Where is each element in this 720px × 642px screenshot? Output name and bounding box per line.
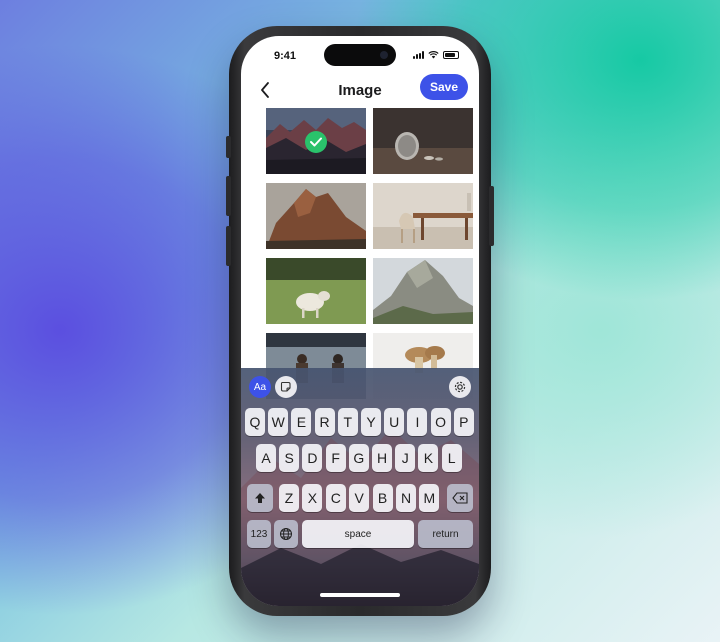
key-q[interactable]: Q xyxy=(245,408,265,436)
rocky-peak-photo[interactable] xyxy=(266,183,366,249)
key-k[interactable]: K xyxy=(418,444,439,472)
action-button xyxy=(226,136,231,158)
dining-chair-photo[interactable] xyxy=(373,183,473,249)
key-r[interactable]: R xyxy=(314,408,335,436)
key-x[interactable]: X xyxy=(302,484,323,512)
battery-icon xyxy=(443,51,459,59)
key-i[interactable]: I xyxy=(407,408,428,436)
key-z[interactable]: Z xyxy=(279,484,299,512)
mountain-range-photo[interactable] xyxy=(266,108,366,174)
phone-frame: 9:41 Image Save Aa Q W E R T Y U I O P A… xyxy=(226,26,494,616)
selected-check-icon xyxy=(305,131,327,153)
return-key[interactable]: return xyxy=(418,520,473,548)
coin-photo[interactable] xyxy=(373,108,473,174)
key-u[interactable]: U xyxy=(384,408,405,436)
keyboard: Aa QWERTYUIOP ASDFGHJKL Z X C V B N M 12… xyxy=(241,368,479,606)
power-button xyxy=(489,186,494,246)
space-key[interactable]: space xyxy=(302,520,414,548)
numbers-key[interactable]: 123 xyxy=(247,520,271,548)
home-indicator xyxy=(320,593,400,597)
volume-up-button xyxy=(226,176,231,216)
keyboard-toolbar: Aa xyxy=(241,376,479,400)
wifi-icon xyxy=(428,51,439,59)
key-j[interactable]: J xyxy=(395,444,416,472)
status-bar: 9:41 xyxy=(241,36,479,70)
key-n[interactable]: N xyxy=(396,484,416,512)
header: Image Save xyxy=(241,74,479,108)
gear-icon xyxy=(454,381,466,393)
key-f[interactable]: F xyxy=(325,444,346,472)
key-a[interactable]: A xyxy=(256,444,276,472)
shift-arrow-icon xyxy=(255,493,265,503)
backspace-icon xyxy=(452,492,468,504)
key-d[interactable]: D xyxy=(302,444,323,472)
save-button[interactable]: Save xyxy=(420,74,468,100)
delete-key[interactable] xyxy=(447,484,473,512)
globe-icon xyxy=(280,528,292,540)
key-v[interactable]: V xyxy=(349,484,370,512)
key-o[interactable]: O xyxy=(430,408,451,436)
shift-key[interactable] xyxy=(247,484,273,512)
key-y[interactable]: Y xyxy=(361,408,381,436)
key-t[interactable]: T xyxy=(337,408,358,436)
key-e[interactable]: E xyxy=(291,408,312,436)
key-b[interactable]: B xyxy=(372,484,393,512)
sheep-photo[interactable] xyxy=(266,258,366,324)
text-format-button[interactable]: Aa xyxy=(249,376,271,398)
rock-cliff-photo[interactable] xyxy=(373,258,473,324)
volume-down-button xyxy=(226,226,231,266)
signal-icon xyxy=(413,51,424,59)
key-l[interactable]: L xyxy=(441,444,462,472)
key-g[interactable]: G xyxy=(348,444,369,472)
screen: 9:41 Image Save Aa Q W E R T Y U I O P A… xyxy=(241,36,479,606)
settings-button[interactable] xyxy=(449,376,471,398)
key-h[interactable]: H xyxy=(372,444,392,472)
key-m[interactable]: M xyxy=(419,484,440,512)
dynamic-island xyxy=(324,44,396,66)
key-s[interactable]: S xyxy=(279,444,300,472)
sticker-button[interactable] xyxy=(275,376,297,398)
key-c[interactable]: C xyxy=(325,484,346,512)
sticker-icon xyxy=(280,381,291,392)
key-p[interactable]: P xyxy=(453,408,474,436)
status-time: 9:41 xyxy=(274,50,297,62)
status-icons xyxy=(413,51,459,59)
key-w[interactable]: W xyxy=(268,408,289,436)
globe-key[interactable] xyxy=(274,520,298,548)
